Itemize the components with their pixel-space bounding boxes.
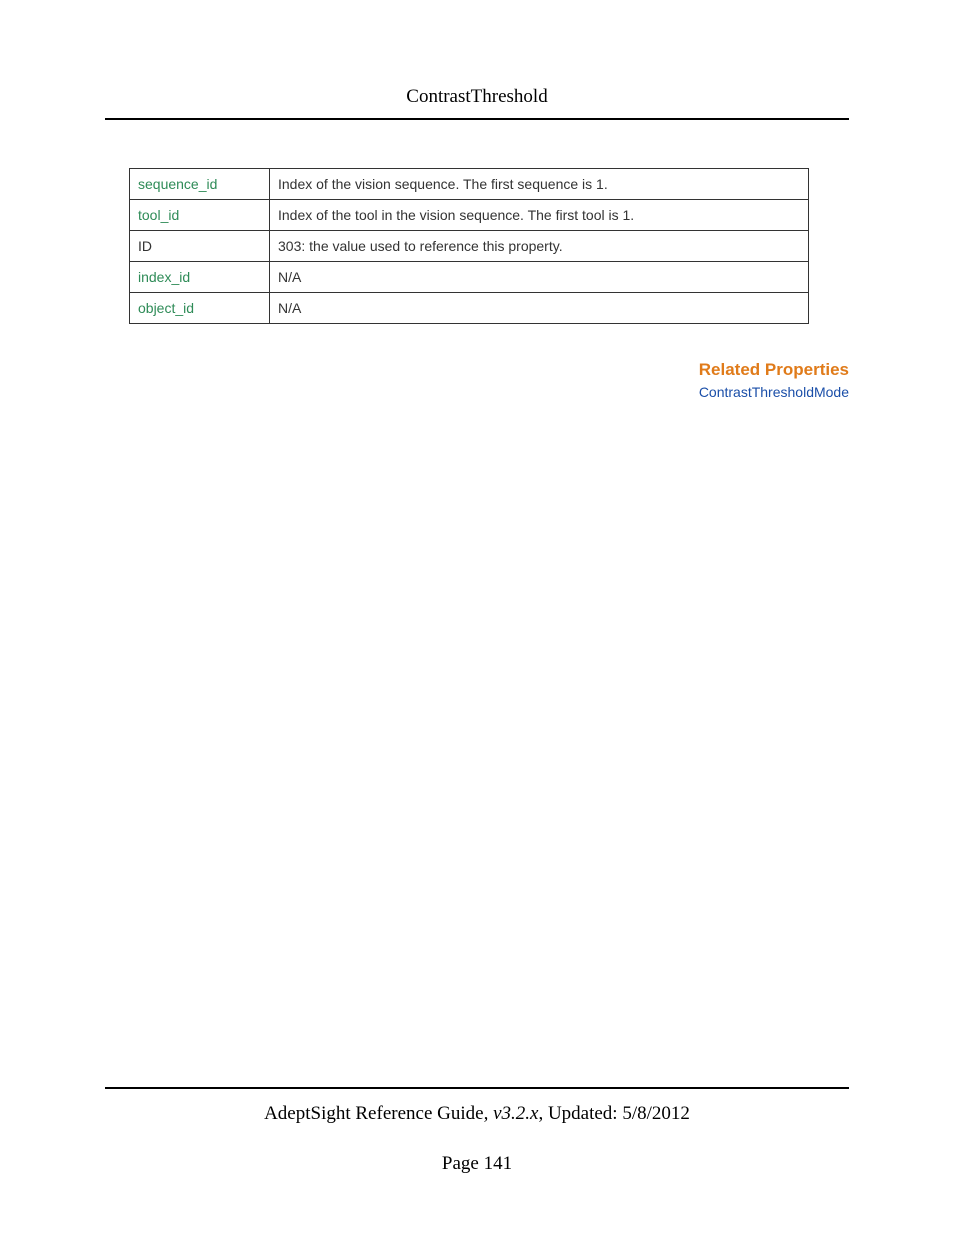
page-label: Page [442, 1153, 484, 1174]
param-key: index_id [130, 262, 270, 293]
page-footer: AdeptSight Reference Guide, v3.2.x, Upda… [105, 1087, 849, 1175]
header-title: ContrastThreshold [406, 86, 547, 107]
param-key: object_id [130, 293, 270, 324]
table-row: ID 303: the value used to reference this… [130, 231, 809, 262]
page-number: Page 141 [105, 1153, 849, 1175]
param-value: N/A [270, 293, 809, 324]
param-value: N/A [270, 262, 809, 293]
content-area: sequence_id Index of the vision sequence… [105, 120, 849, 400]
param-value: 303: the value used to reference this pr… [270, 231, 809, 262]
related-properties-heading: Related Properties [105, 360, 849, 380]
param-key: ID [130, 231, 270, 262]
param-value: Index of the vision sequence. The first … [270, 169, 809, 200]
related-property-link[interactable]: ContrastThresholdMode [105, 384, 849, 400]
related-properties-section: Related Properties ContrastThresholdMode [105, 360, 849, 400]
footer-text: AdeptSight Reference Guide, v3.2.x, Upda… [105, 1103, 849, 1125]
footer-rule [105, 1087, 849, 1089]
footer-updated-label: , Updated: [538, 1103, 622, 1124]
footer-doc-title: AdeptSight Reference Guide [264, 1103, 483, 1124]
table-row: sequence_id Index of the vision sequence… [130, 169, 809, 200]
param-key: tool_id [130, 200, 270, 231]
param-value: Index of the tool in the vision sequence… [270, 200, 809, 231]
param-key: sequence_id [130, 169, 270, 200]
footer-version: , v3.2.x [484, 1103, 539, 1124]
table-row: tool_id Index of the tool in the vision … [130, 200, 809, 231]
table-row: index_id N/A [130, 262, 809, 293]
page-header: ContrastThreshold [105, 0, 849, 120]
table-row: object_id N/A [130, 293, 809, 324]
parameters-table: sequence_id Index of the vision sequence… [129, 168, 809, 324]
footer-updated-date: 5/8/2012 [622, 1103, 690, 1124]
page-number-value: 141 [484, 1153, 513, 1174]
